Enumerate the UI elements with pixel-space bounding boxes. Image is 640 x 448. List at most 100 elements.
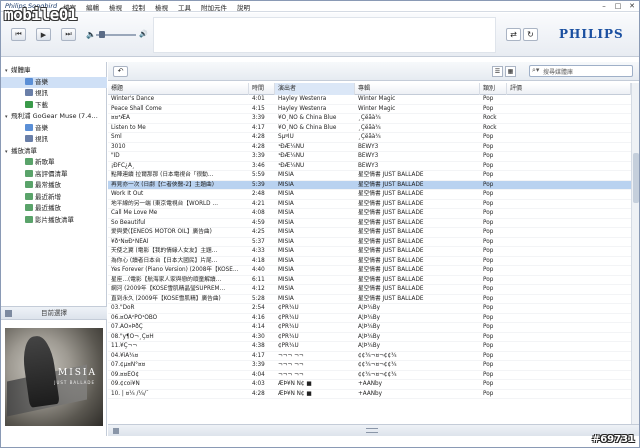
table-row[interactable]: 為你心 (讀者日本台【日本大國民】片尾… 4:18 MISIA 星空情書 JUST B…	[108, 257, 631, 266]
table-row[interactable]: 11.¥Ç¬¬ 4:38 ¢PR¾Ü Á¦Þ¾By Pop	[108, 342, 631, 352]
volume-mute-icon[interactable]: 🔈	[86, 30, 96, 39]
sidebar-item[interactable]: 最近播放	[1, 203, 107, 215]
sidebar-item-label: 最常播放	[35, 181, 61, 189]
library-toolbar: ↶ ☰ ▦ ⌕▾ 搜尋媒體庫	[108, 62, 639, 81]
filter-view-button[interactable]: ▦	[505, 66, 516, 77]
cell-album: BEWY3	[358, 162, 379, 169]
table-row[interactable]: ¤¤³ÆÀ 3:39 ¥Ò¸ÑÖ & China Blue ¸Çëãà¾ Rock	[108, 114, 631, 124]
table-row[interactable]: 10. | ¤¼ /¼/¯ 4:28 ÆÞ¥Ñ Ñ¢ ■ +ÀÀÑby Pop	[108, 390, 631, 399]
table-row[interactable]: 3010 4:28 ¹ÐÆ¼ÑÚ BEWY3 Pop	[108, 143, 631, 152]
cell-album: 星空情書 JUST BALLADE	[358, 181, 424, 188]
menu-help[interactable]: 說明	[235, 2, 252, 12]
column-time[interactable]: 時間	[249, 83, 275, 95]
menu-tools[interactable]: 工具	[176, 2, 193, 12]
column-rating[interactable]: 評價	[507, 83, 631, 95]
status-bar	[108, 424, 639, 436]
cell-album: Á¦Þ¾By	[358, 314, 381, 321]
volume-slider-handle[interactable]	[99, 31, 105, 38]
table-row[interactable]: ¥ð¹Ñ¤Ð¹ÑËÁÏ 5:37 MISIA 星空情書 JUST BALLADE Pop	[108, 238, 631, 247]
table-row[interactable]: 09.¢coi¥Ñ 4:03 ÆÞ¥Ñ Ñ¢ ■ +ÀÀÑby Pop	[108, 380, 631, 390]
table-row[interactable]: Yes Forever (Piano Version) (2008年【KOSE……	[108, 266, 631, 276]
sidebar-item[interactable]: 音樂	[1, 76, 107, 88]
column-album[interactable]: 專輯	[355, 83, 480, 95]
next-track-button[interactable]: ⏭	[61, 28, 76, 41]
cell-album: ¸Çëãà¾	[358, 134, 381, 140]
search-box[interactable]: ⌕▾ 搜尋媒體庫	[529, 65, 633, 77]
table-row[interactable]: 點陣連續 拉爾那那 (日本電視台「很動… 5:59 MISIA 星空情書 JUST B…	[108, 171, 631, 181]
volume-max-icon[interactable]: 🔊	[139, 30, 148, 38]
sidebar-item[interactable]: ▾ 播放清單	[1, 146, 107, 158]
panel-toggle-icon[interactable]	[113, 428, 119, 434]
column-artist[interactable]: 演出者	[275, 83, 355, 95]
sidebar-item[interactable]: 視訊	[1, 88, 107, 100]
table-row[interactable]: 09.¤¤ËÖ¢ 4:04 ¬¬¬ ¬¬ ¢¢¾¬¤¬¢¢¾ Pop	[108, 371, 631, 380]
sidebar-item[interactable]: 最近新增	[1, 192, 107, 204]
cell-artist: ¬¬¬ ¬¬	[278, 371, 304, 378]
menu-edit[interactable]: 編輯	[84, 2, 101, 12]
cell-genre: Pop	[483, 181, 494, 188]
table-row[interactable]: Sml 4:28 SµºÎÚ ¸Çëãà¾ Pop	[108, 133, 631, 143]
cell-time: 4:17	[252, 124, 265, 131]
scrollbar-thumb[interactable]	[633, 153, 639, 203]
menu-view-2[interactable]: 檢視	[153, 2, 170, 12]
sidebar-item[interactable]: 音樂	[1, 123, 107, 135]
table-row[interactable]: 星座…(電影【航海家人家與戀的頑童解讀… 6:11 MISIA 星空情書 JUST B…	[108, 276, 631, 285]
cell-rating	[507, 171, 631, 181]
resize-grip-icon[interactable]	[366, 428, 378, 433]
menu-control[interactable]: 控制	[130, 2, 147, 12]
table-row[interactable]: 直到永久 (2009年【KOSE雪肌精】廣告曲) 5:28 MISIA 星空情書 JU…	[108, 295, 631, 304]
cell-artist: MISIA	[278, 267, 294, 273]
table-row[interactable]: ¡ÐFC¿Ã¸ 3:46 ¹ÐÆ¼ÑÚ BEWY3 Pop	[108, 162, 631, 171]
sidebar-item[interactable]: 高評價清單	[1, 169, 107, 181]
sidebar-item[interactable]: 視訊	[1, 134, 107, 146]
menu-view[interactable]: 檢視	[107, 2, 124, 12]
table-row[interactable]: So Beautiful 4:59 MISIA 星空情書 JUST BALLADE Po…	[108, 219, 631, 228]
table-row[interactable]: Call Me Love Me 4:08 MISIA 星空情書 JUST BALLAD…	[108, 209, 631, 219]
table-row[interactable]: 03."DoR 2:54 ¢PR¾Ü Á¦Þ¾By Pop	[108, 304, 631, 314]
shuffle-button[interactable]: ⇄	[506, 28, 521, 41]
sidebar-item[interactable]: 最常播放	[1, 180, 107, 192]
cell-title: 天使之翼 (電影【我的情緣人女友】主題…	[111, 248, 218, 254]
table-row[interactable]: 07.¢µ¤Ñ°¤¤ 3:39 ¬¬¬ ¬¬ ¢¢¾¬¤¬¢¢¾ Pop	[108, 361, 631, 371]
repeat-button[interactable]: ↻	[523, 28, 538, 41]
cell-album: ¸Çëãà¾	[358, 124, 381, 131]
vertical-scrollbar[interactable]	[631, 83, 639, 424]
table-row[interactable]: 07.ÀÖ»ÞðÇ 4:14 ¢PR¾Ü Á¦Þ¾By Pop	[108, 323, 631, 333]
cell-time: 4:59	[252, 219, 265, 226]
table-row[interactable]: 爱與愛(【ENEOS MOTOR OIL】廣告曲) 4:25 MISIA 星空情書 J…	[108, 228, 631, 238]
back-button[interactable]: ↶	[113, 66, 128, 77]
maximize-icon[interactable]: □	[614, 2, 622, 10]
cell-time: 4:03	[252, 381, 265, 387]
sidebar-item[interactable]: 新歌單	[1, 157, 107, 169]
cell-album: 星空情書 JUST BALLADE	[358, 238, 424, 245]
table-row[interactable]: 地平線的另一端 (東京電視台【WORLD … 4:21 MISIA 星空情書 JUST…	[108, 200, 631, 209]
table-row[interactable]: Work It Out 2:48 MISIA 星空情書 JUST BALLADE Pop	[108, 190, 631, 200]
table-row[interactable]: 網河 (2009年【KOSE雪肌精晶瑩SUPREM… 4:12 MISIA 星空情書 …	[108, 285, 631, 295]
now-selecting-bar: 目前選擇	[1, 306, 107, 320]
table-row[interactable]: 04.¥ìÁ¾¤ 4:17 ¬¬¬ ¬¬ ¢¢¾¬¤¬¢¢¾ Pop	[108, 352, 631, 361]
close-icon[interactable]: ✕	[628, 2, 636, 10]
minimize-icon[interactable]: –	[600, 2, 608, 10]
table-row[interactable]: Peace Shall Come 4:15 Hayley Westenra Winte…	[108, 105, 631, 114]
cell-time: 5:28	[252, 295, 265, 302]
previous-track-button[interactable]: ⏮	[11, 28, 26, 41]
cell-genre: Pop	[483, 343, 494, 349]
table-row[interactable]: Listen to Me 4:17 ¥Ò¸ÑÖ & China Blue ¸Çëãà¾…	[108, 124, 631, 133]
sidebar-item[interactable]: 下載	[1, 100, 107, 112]
column-genre[interactable]: 類別	[480, 83, 507, 95]
table-row[interactable]: 08."y¶Ó¬¸Ç¤H 4:30 ¢PR¾Ü Á¦Þ¾By Pop	[108, 333, 631, 342]
sidebar-item[interactable]: ▾ 媒體庫	[1, 65, 107, 77]
table-row[interactable]: 天使之翼 (電影【我的情緣人女友】主題… 4:33 MISIA 星空情書 JUST B…	[108, 247, 631, 257]
cell-album: 星空情書 JUST BALLADE	[358, 286, 424, 292]
menu-addons[interactable]: 附加元件	[199, 2, 229, 12]
list-view-button[interactable]: ☰	[492, 66, 503, 77]
table-row[interactable]: Winter's Dance 4:01 Hayley Westenra Winter …	[108, 95, 631, 105]
table-row[interactable]: "ÏD 3:39 ¹ÐÆ¼ÑÚ BEWY3 Pop	[108, 152, 631, 162]
sidebar-item[interactable]: 影片播放清單	[1, 215, 107, 227]
table-row[interactable]: 再見亦一次 (日劇【仁者俠醫-2】主題曲) 5:39 MISIA 星空情書 JUST …	[108, 180, 631, 190]
table-row[interactable]: 06.¤ÕÀ²PÖ¹ÖBO 4:16 ¢PR¾Ü Á¦Þ¾By Pop	[108, 314, 631, 323]
sidebar-item[interactable]: ▾ 飛利浦 GoGear Muse (7.4…	[1, 111, 107, 123]
play-button[interactable]: ▶	[36, 28, 51, 41]
cell-rating	[507, 285, 631, 295]
column-title[interactable]: 標題	[108, 83, 249, 95]
